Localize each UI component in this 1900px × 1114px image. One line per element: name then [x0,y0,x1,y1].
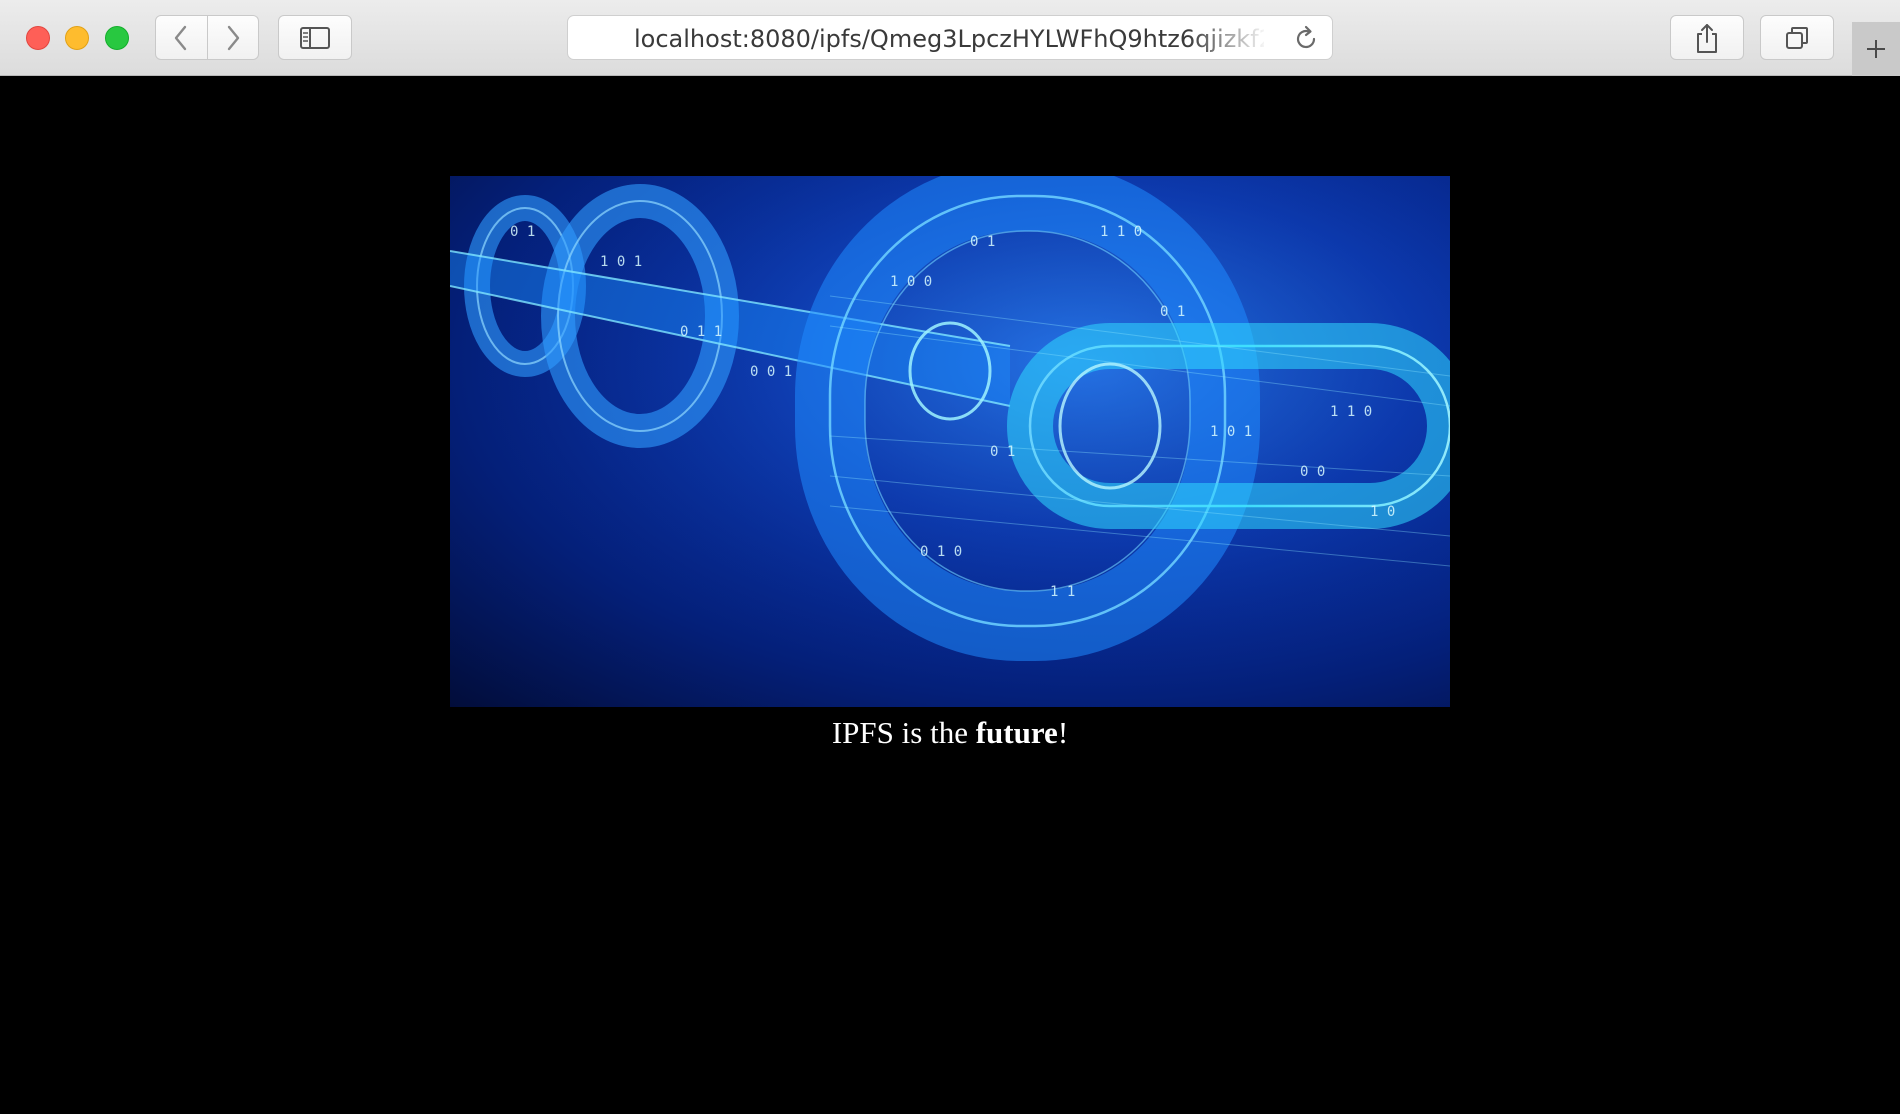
caption-emphasis: future [975,715,1058,750]
new-tab-button[interactable] [1852,22,1900,76]
chevron-left-icon [175,25,187,50]
svg-text:1 0 1: 1 0 1 [1210,424,1252,440]
sidebar-toggle-button[interactable] [278,15,352,60]
url-text[interactable]: localhost:8080/ipfs/Qmeg3LpczHYLWFhQ9htz… [634,26,1264,52]
svg-text:1 1: 1 1 [1050,584,1075,600]
maximize-window-button[interactable] [105,26,129,50]
plus-icon [1867,40,1885,58]
address-bar[interactable]: localhost:8080/ipfs/Qmeg3LpczHYLWFhQ9htz… [567,15,1333,60]
url-fade [1188,18,1268,58]
navigation-buttons [155,15,259,60]
svg-text:1 0 0: 1 0 0 [890,274,932,290]
page-content: 0 1 1 0 1 0 1 1 1 0 0 0 1 1 1 0 0 1 1 0 … [0,76,1900,1114]
svg-text:1 1 0: 1 1 0 [1100,224,1142,240]
tabs-overview-icon [1786,26,1808,49]
svg-text:0 0: 0 0 [1300,464,1325,480]
back-button[interactable] [155,15,208,60]
svg-text:0 1 1: 0 1 1 [680,324,722,340]
svg-text:0 0 1: 0 0 1 [750,364,792,380]
tab-overview-button[interactable] [1760,15,1834,60]
svg-text:0 1: 0 1 [970,234,995,250]
svg-text:0 1: 0 1 [510,224,535,240]
share-icon [1697,23,1717,53]
share-button[interactable] [1670,15,1744,60]
sidebar-icon [300,26,330,49]
caption-suffix: ! [1057,715,1069,750]
svg-text:0 1: 0 1 [1160,304,1185,320]
caption-text: IPFS is the future! [450,713,1450,753]
chain-links-illustration: 0 1 1 0 1 0 1 1 1 0 0 0 1 1 1 0 0 1 1 0 … [450,176,1450,707]
chevron-right-icon [227,25,239,50]
reload-icon[interactable] [1292,25,1320,53]
hero-image: 0 1 1 0 1 0 1 1 1 0 0 0 1 1 1 0 0 1 1 0 … [450,176,1450,707]
svg-text:1 0: 1 0 [1370,504,1395,520]
close-window-button[interactable] [26,26,50,50]
caption-prefix: IPFS is the [831,715,976,750]
browser-toolbar: localhost:8080/ipfs/Qmeg3LpczHYLWFhQ9htz… [0,0,1900,76]
browser-window: localhost:8080/ipfs/Qmeg3LpczHYLWFhQ9htz… [0,0,1900,1114]
svg-text:0 1: 0 1 [990,444,1015,460]
svg-text:1 0 1: 1 0 1 [600,254,642,270]
minimize-window-button[interactable] [65,26,89,50]
svg-text:1 1 0: 1 1 0 [1330,404,1372,420]
svg-text:0 1 0: 0 1 0 [920,544,962,560]
forward-button[interactable] [207,15,259,60]
